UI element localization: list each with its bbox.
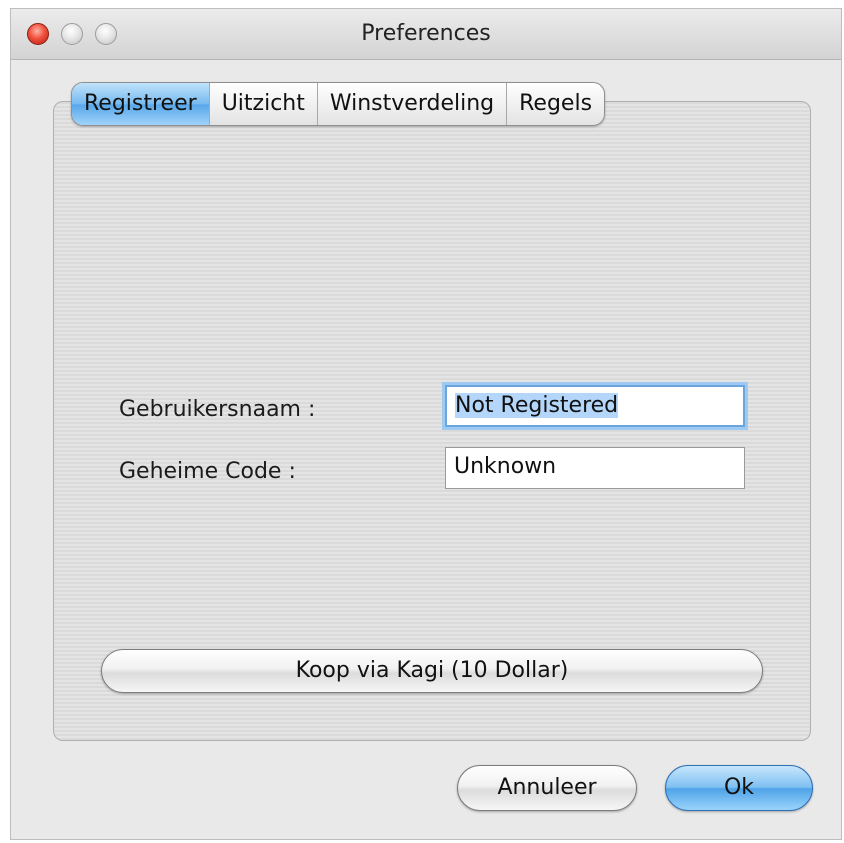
buy-via-kagi-button[interactable]: Koop via Kagi (10 Dollar) [101,649,763,693]
username-value: Not Registered [455,393,619,418]
secret-code-field[interactable]: Unknown [445,447,745,489]
tab-registreer[interactable]: Registreer [72,83,210,125]
username-field[interactable]: Not Registered [445,385,745,427]
secret-code-label: Geheime Code : [119,459,296,484]
tab-bar: Registreer Uitzicht Winstverdeling Regel… [71,82,606,126]
cancel-button[interactable]: Annuleer [457,765,637,811]
tab-uitzicht[interactable]: Uitzicht [210,83,318,125]
title-bar: Preferences [11,9,841,60]
preferences-window: Preferences Registreer Uitzicht Winstver… [10,8,842,840]
window-title: Preferences [361,21,491,46]
ok-button[interactable]: Ok [665,765,813,811]
tab-regels[interactable]: Regels [507,83,604,125]
secret-code-value: Unknown [454,454,557,479]
username-label: Gebruikersnaam : [119,397,316,422]
tab-winstverdeling[interactable]: Winstverdeling [318,83,508,125]
